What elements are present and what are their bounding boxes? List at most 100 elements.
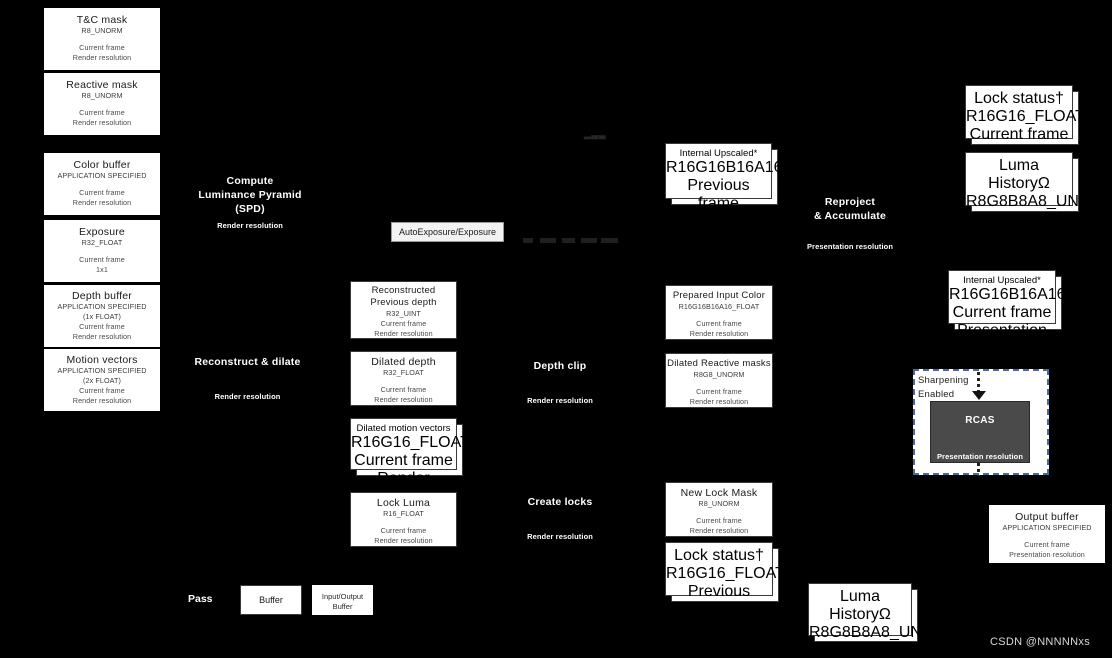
stack-front: Lock status† R16G16_FLOAT Previous frame… — [665, 542, 785, 654]
faint-bar — [540, 238, 556, 243]
pass-name-line1: Reproject — [824, 196, 876, 208]
buffer-dilated-reactive-masks[interactable]: Dilated Reactive masks R8G8_UNORM Curren… — [665, 353, 773, 408]
buffer-resolution: Presentation resolution — [673, 213, 764, 248]
pass-name-line3: (SPD) — [235, 203, 265, 215]
buffer-frame: Current frame — [969, 211, 1069, 228]
buffer-frame: Previous frame — [687, 583, 751, 618]
buffer-luma-history-previous[interactable]: Luma HistoryΩ R8G8B8A8_UNORM Previous fr… — [808, 583, 960, 658]
buffer-frame: Current frame — [952, 304, 1052, 321]
buffer-lock-status-current[interactable]: Lock status† R16G16_FLOAT Current frame … — [965, 85, 1085, 179]
buffer-dilated-depth[interactable]: Dilated depth R32_FLOAT Current frame Re… — [350, 351, 457, 406]
buffer-depth-buffer[interactable]: Depth buffer APPLICATION SPECIFIED (1x F… — [44, 285, 160, 347]
buffer-output-buffer[interactable]: Output buffer APPLICATION SPECIFIED Curr… — [989, 505, 1105, 563]
buffer-frame: Current frame — [354, 452, 453, 469]
buffer-title: Luma HistoryΩ — [829, 588, 891, 623]
arrow-head-icon — [972, 391, 986, 400]
buffer-resolution: Render resolution — [72, 117, 132, 127]
buffer-title: Dilated Reactive masks — [667, 358, 771, 369]
pass-reconstruct-and-dilate: Reconstruct & dilate Render resolution — [180, 355, 315, 402]
buffer-frame: Current frame — [696, 387, 742, 396]
pass-name-line1: Compute — [226, 175, 274, 187]
buffer-frame: Current frame — [79, 322, 125, 331]
buffer-title: Internal Upscaled* — [963, 275, 1041, 286]
pass-name: Reconstruct & dilate — [194, 356, 301, 368]
buffer-lock-luma[interactable]: Lock Luma R16_FLOAT Current frame Render… — [350, 492, 457, 547]
buffer-format: R16_FLOAT — [383, 509, 424, 518]
buffer-title: Internal Upscaled* — [679, 148, 758, 159]
pass-name: Create locks — [527, 496, 593, 508]
stack-front: Lock status† R16G16_FLOAT Current frame … — [965, 85, 1085, 179]
buffer-title: Output buffer — [1015, 511, 1079, 523]
buffer-lock-status-previous[interactable]: Lock status† R16G16_FLOAT Previous frame… — [665, 542, 785, 654]
legend-io-label-line1: Input/Output — [321, 592, 364, 601]
buffer-luma-history-current[interactable]: Luma HistoryΩ R8G8B8A8_UNORM Current fra… — [965, 152, 1112, 264]
stack-front: Luma HistoryΩ R8G8B8A8_UNORM Current fra… — [965, 152, 1112, 264]
buffer-title: Lock status† — [674, 547, 764, 564]
buffer-tc-mask[interactable]: T&C mask R8_UNORM Current frame Render r… — [44, 8, 160, 70]
buffer-title: New Lock Mask — [680, 487, 758, 499]
buffer-dilated-motion-vectors[interactable]: Dilated motion vectors R16G16_FLOAT Curr… — [350, 418, 470, 505]
buffer-format: R16G16B16A16_FLOAT — [949, 286, 1112, 303]
pass-resolution: Render resolution — [527, 396, 593, 405]
buffer-reactive-mask[interactable]: Reactive mask R8_UNORM Current frame Ren… — [44, 73, 160, 135]
pass-resolution: Presentation resolution — [806, 242, 894, 251]
pass-compute-luminance-pyramid: Compute Luminance Pyramid (SPD) Render r… — [185, 174, 315, 231]
buffer-resolution: Render resolution — [689, 396, 749, 406]
stack-front: Internal Upscaled* R16G16B16A16_FLOAT Pr… — [665, 143, 842, 248]
buffer-format: R16G16B16A16_FLOAT — [666, 159, 842, 176]
buffer-format: R8G8B8A8_UNORM — [809, 624, 960, 641]
buffer-prepared-input-color[interactable]: Prepared Input Color R16G16B16A16_FLOAT … — [665, 285, 773, 340]
buffer-format: R8G8_UNORM — [693, 370, 745, 379]
buffer-frame: Current frame — [79, 386, 125, 395]
buffer-resolution: Render resolution — [72, 395, 132, 405]
sharpening-label-line1: Sharpening — [918, 375, 969, 386]
buffer-resolution: Render resolution — [72, 197, 132, 207]
buffer-title: Dilated motion vectors — [356, 423, 451, 434]
buffer-title: Dilated depth — [371, 356, 436, 368]
buffer-resolution: Render resolution — [72, 331, 132, 341]
legend-io-buffer-swatch: Input/Output Buffer — [312, 585, 373, 615]
pass-name: Depth clip — [533, 360, 587, 372]
buffer-resolution: Render resolution — [374, 328, 433, 338]
buffer-resolution: Render resolution — [374, 394, 433, 404]
buffer-title: Reactive mask — [66, 79, 138, 91]
dotted-connector-out — [977, 463, 980, 476]
buffer-resolution: Render resolution — [374, 535, 433, 545]
buffer-resolution: Render resolution — [984, 229, 1054, 264]
buffer-title: Prepared Input Color — [672, 290, 766, 301]
buffer-format: R32_FLOAT — [383, 368, 424, 377]
buffer-format: R32_FLOAT — [81, 238, 123, 247]
buffer-internal-upscaled-previous[interactable]: Internal Upscaled* R16G16B16A16_FLOAT Pr… — [665, 143, 842, 248]
buffer-title: Lock Luma — [376, 497, 431, 509]
buffer-internal-upscaled-current[interactable]: Internal Upscaled* R16G16B16A16_FLOAT Cu… — [948, 270, 1112, 357]
buffer-reconstructed-previous-depth[interactable]: Reconstructed Previous depth R32_UINT Cu… — [350, 281, 457, 339]
buffer-title: Motion vectors — [66, 354, 138, 366]
buffer-resolution: Render resolution — [689, 328, 749, 338]
buffer-format: R16G16_FLOAT — [351, 434, 470, 451]
pass-rcas[interactable]: RCAS Presentation resolution — [930, 401, 1030, 463]
pass-name-line2: & Accumulate — [813, 210, 887, 222]
pass-resolution: Presentation resolution — [936, 452, 1024, 461]
buffer-format: APPLICATION SPECIFIED — [1002, 523, 1092, 532]
buffer-title: Exposure — [79, 226, 125, 238]
buffer-format: R32_UINT — [386, 309, 421, 318]
buffer-color-buffer[interactable]: Color buffer APPLICATION SPECIFIED Curre… — [44, 153, 160, 215]
pass-reproject-and-accumulate: Reproject & Accumulate Presentation reso… — [785, 195, 915, 252]
buffer-motion-vectors[interactable]: Motion vectors APPLICATION SPECIFIED (2x… — [44, 349, 160, 411]
watermark: CSDN @NNNNNxs — [990, 636, 1091, 648]
buffer-resolution: Presentation resolution — [1009, 549, 1085, 559]
buffer-title: Depth buffer — [72, 290, 132, 302]
pass-resolution: Render resolution — [217, 221, 283, 230]
buffer-format-detail: (1x FLOAT) — [82, 312, 121, 321]
node-autoexposure[interactable]: AutoExposure/Exposure — [391, 222, 504, 242]
pass-name-line2: Luminance Pyramid — [198, 189, 302, 201]
buffer-format: R16G16_FLOAT — [966, 108, 1085, 125]
legend-buffer-label: Buffer — [259, 595, 283, 605]
faint-bar — [523, 238, 533, 243]
buffer-title: Lock status† — [974, 90, 1064, 107]
buffer-new-lock-mask[interactable]: New Lock Mask R8_UNORM Current frame Ren… — [665, 482, 773, 537]
buffer-format: APPLICATION SPECIFIED — [57, 366, 147, 375]
buffer-exposure[interactable]: Exposure R32_FLOAT Current frame 1x1 — [44, 220, 160, 282]
stack-front: Dilated motion vectors R16G16_FLOAT Curr… — [350, 418, 470, 505]
buffer-title-line1: Reconstructed — [371, 285, 436, 296]
